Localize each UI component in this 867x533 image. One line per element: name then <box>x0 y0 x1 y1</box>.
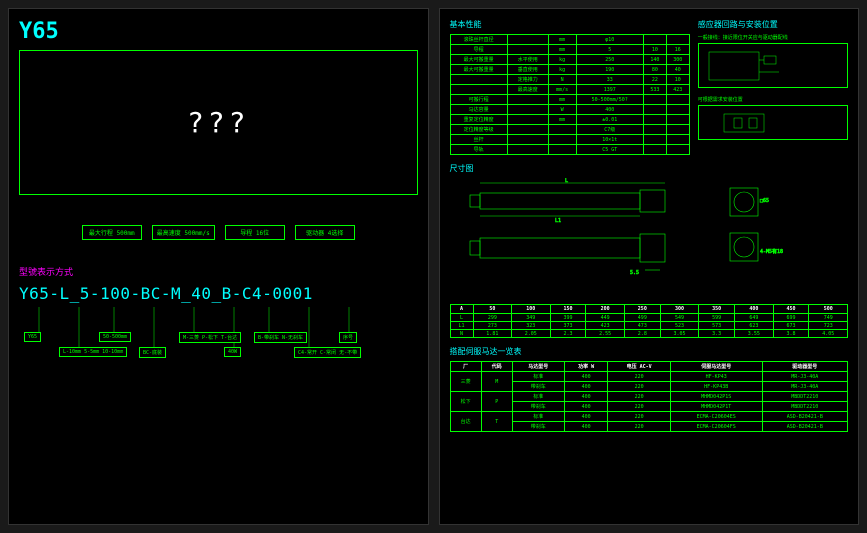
model-section-head: 型號表示方式 <box>19 265 418 278</box>
svg-text:L1: L1 <box>555 218 561 224</box>
spec-label: 驱动器 4选择 <box>295 225 355 240</box>
spec-label: 最大行程 500mm <box>82 225 142 240</box>
svg-text:4-M5有18: 4-M5有18 <box>760 248 783 255</box>
svg-text:□65: □65 <box>760 198 769 204</box>
spec-label: 导程 16位 <box>225 225 285 240</box>
sensor-circuit-icon <box>698 43 848 88</box>
tree-lines-icon <box>19 307 418 427</box>
motor-head: 搭配伺服马达一览表 <box>450 346 849 357</box>
spec-table: 滚珠丝杆直径mmφ10导程mm51016最大可搬重量水平使用kg25014030… <box>450 34 690 155</box>
spec-label-row: 最大行程 500mm 最高速度 500mm/s 导程 16位 驱动器 4选择 <box>19 225 418 240</box>
spec-label: 最高速度 500mm/s <box>152 225 215 240</box>
model-string: Y65-L_5-100-BC-M_40_B-C4-0001 <box>19 284 418 303</box>
hero-placeholder: ??? <box>187 106 250 139</box>
tree-node-power: 40W <box>224 347 241 357</box>
page-title: Y65 <box>19 19 418 44</box>
svg-text:5.5: 5.5 <box>630 270 639 276</box>
dimension-drawing: L L1 5.5 □65 4-M5有18 <box>450 178 849 298</box>
right-page: 基本性能 滚珠丝杆直径mmφ10导程mm51016最大可搬重量水平使用kg250… <box>439 8 860 525</box>
tree-node-sensor: C4-常开 C-常闭 无-不带 <box>294 347 361 358</box>
sensor-mount-icon <box>698 105 848 140</box>
sensor-note2: 可根据需求安装位置 <box>698 96 848 103</box>
tree-node-motor: M-三菱 P-松下 T-台达 <box>179 332 241 343</box>
dim-head: 尺寸图 <box>450 163 849 174</box>
tree-node-brake: B-带刹车 N-无刹车 <box>254 332 307 343</box>
spec-head: 基本性能 <box>450 19 690 30</box>
sensor-block: 感应器回路与安装位置 一般接线：接近限位开关应与驱动器配线 可根据需求安装位置 <box>698 19 848 163</box>
hero-image-frame: ??? <box>19 50 418 195</box>
left-page: Y65 ??? 最大行程 500mm 最高速度 500mm/s 导程 16位 驱… <box>8 8 429 525</box>
motor-table: 厂代码马达型号功率 W电压 AC-V伺服马达型号驱动器型号三菱M标准400220… <box>450 361 849 432</box>
dimension-table: A50100150200250300350400450500L299349399… <box>450 304 849 338</box>
model-tree: Y65 L-10mm 5-5mm 10-10mm 50-500mm BC-底装 … <box>19 307 418 427</box>
sensor-note: 一般接线：接近限位开关应与驱动器配线 <box>698 34 848 41</box>
tree-node-type: Y65 <box>24 332 41 342</box>
spec-block: 基本性能 滚珠丝杆直径mmφ10导程mm51016最大可搬重量水平使用kg250… <box>450 19 690 163</box>
tree-node-motorpos: BC-底装 <box>139 347 166 358</box>
actuator-drawing-icon: L L1 5.5 □65 4-M5有18 <box>450 178 849 298</box>
tree-node-lead: L-10mm 5-5mm 10-10mm <box>59 347 127 357</box>
tree-node-stroke: 50-500mm <box>99 332 131 342</box>
svg-text:L: L <box>565 178 568 184</box>
tree-node-seq: 序号 <box>339 332 357 343</box>
sensor-head: 感应器回路与安装位置 <box>698 19 848 30</box>
